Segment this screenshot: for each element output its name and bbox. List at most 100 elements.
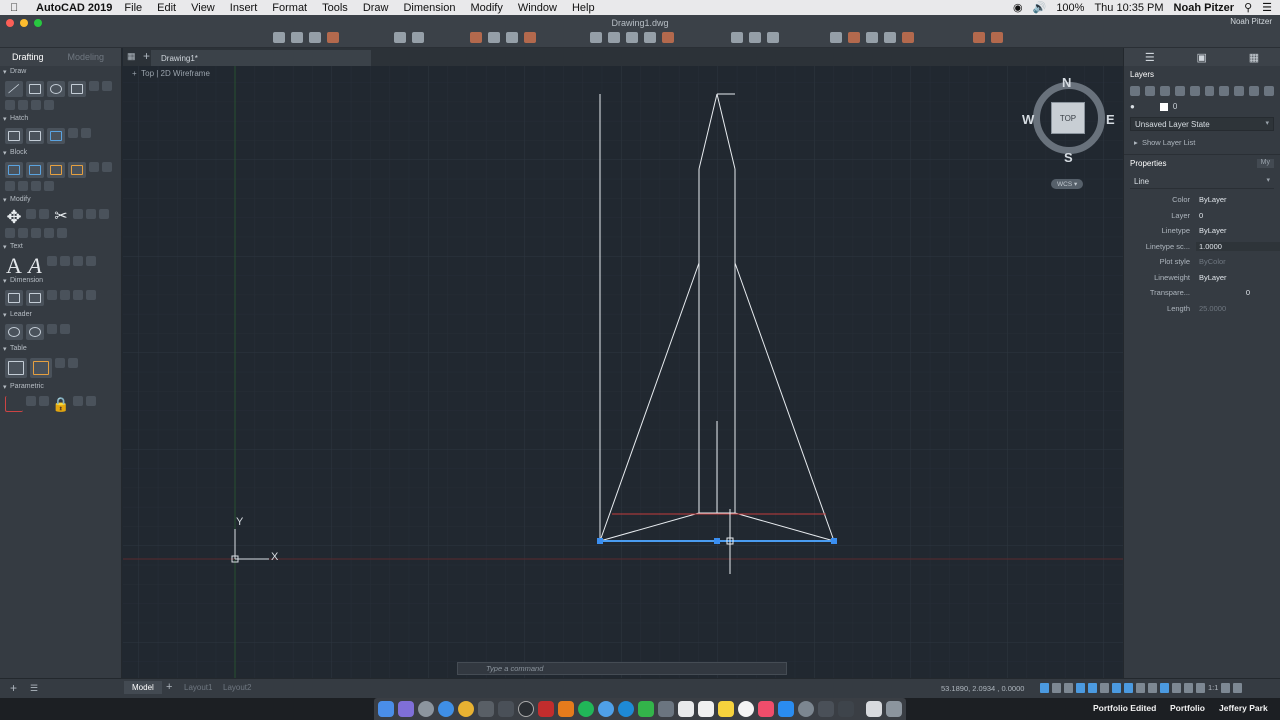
notification-icon[interactable]: ☰ [1262, 1, 1272, 14]
block-tool-4-icon[interactable] [18, 181, 28, 191]
circle-tool-icon[interactable] [47, 81, 65, 97]
polar-toggle-icon[interactable] [1076, 683, 1085, 693]
viewport-label[interactable]: + Top | 2D Wireframe [132, 69, 210, 78]
material-icon[interactable] [848, 32, 860, 43]
facetime-icon[interactable] [638, 701, 654, 717]
spotify-icon[interactable] [578, 701, 594, 717]
wcs-menu[interactable]: WCS ▾ [1051, 179, 1084, 189]
publish-icon[interactable] [991, 32, 1003, 43]
pan-icon[interactable] [749, 32, 761, 43]
rotate-tool-icon[interactable] [39, 209, 49, 219]
tab-drafting[interactable]: Drafting [0, 52, 56, 62]
add-tab-icon[interactable]: + [166, 681, 172, 693]
ellipse-tool-icon[interactable] [18, 100, 28, 110]
new-tab-icon[interactable]: + [143, 49, 150, 63]
section-dimension-header[interactable]: Dimension [0, 277, 121, 287]
section-text-header[interactable]: Text [0, 243, 121, 253]
section-table-header[interactable]: Table [0, 345, 121, 355]
multileader-icon[interactable] [5, 324, 23, 340]
clock[interactable]: Thu 10:35 PM [1094, 2, 1163, 14]
tab-modeling[interactable]: Modeling [56, 52, 117, 62]
apple-icon[interactable]:  [10, 2, 26, 14]
compass-south[interactable]: S [1064, 150, 1073, 165]
array-tool-icon[interactable] [86, 209, 96, 219]
explode-tool-icon[interactable] [44, 228, 54, 238]
leader-tool-1-icon[interactable] [47, 324, 57, 334]
block-tool-3-icon[interactable] [5, 181, 15, 191]
spline-tool-icon[interactable] [102, 81, 112, 91]
layer-on-icon[interactable]: ● [1130, 102, 1135, 111]
tab-layout2[interactable]: Layout2 [223, 683, 251, 692]
section-parametric-header[interactable]: Parametric [0, 383, 121, 393]
fullscreen-icon[interactable] [1233, 683, 1243, 693]
photos-icon[interactable] [738, 701, 754, 717]
prop-linetype[interactable]: Linetype ByLayer [1124, 223, 1280, 239]
constraint-4-icon[interactable] [86, 396, 96, 406]
prop-color[interactable]: Color ByLayer [1124, 192, 1280, 208]
layer-delete-icon[interactable] [1144, 86, 1155, 96]
terminal-icon[interactable] [838, 701, 854, 717]
save-icon[interactable] [309, 32, 321, 43]
prop-lineweight-value[interactable]: ByLayer [1196, 273, 1280, 282]
scale-readout[interactable]: 1:1 [1208, 683, 1218, 693]
drawing-canvas[interactable]: Y X + Top | 2D Wireframe TOP N S W E WCS… [123, 66, 1123, 678]
section-leader-header[interactable]: Leader [0, 311, 121, 321]
erase-tool-icon[interactable] [57, 228, 67, 238]
table-tool-icon[interactable] [5, 358, 27, 378]
menu-view[interactable]: View [191, 2, 215, 14]
system-preferences-icon[interactable] [798, 701, 814, 717]
edit-block-icon[interactable] [47, 162, 65, 178]
messages-icon[interactable] [598, 701, 614, 717]
autocad-icon[interactable] [538, 701, 554, 717]
dyn-toggle-icon[interactable] [1124, 683, 1133, 693]
notes-icon[interactable] [698, 701, 714, 717]
menu-file[interactable]: File [124, 2, 142, 14]
plot-icon[interactable] [470, 32, 482, 43]
layers-tab-icon[interactable]: ☰ [1145, 51, 1155, 64]
preview-icon[interactable] [658, 701, 674, 717]
orbit-icon[interactable] [767, 32, 779, 43]
leader-edit-icon[interactable] [26, 324, 44, 340]
trim-tool-icon[interactable]: ✂ [52, 209, 70, 225]
copy-icon[interactable] [506, 32, 518, 43]
text-align-icon[interactable] [86, 256, 96, 266]
drawing-svg[interactable]: Y X [123, 66, 1123, 678]
viewport-view[interactable]: Top | 2D Wireframe [141, 69, 210, 78]
undo-icon[interactable] [394, 32, 406, 43]
annotation-icon[interactable] [1184, 683, 1193, 693]
dimension-tool-icon[interactable] [5, 290, 23, 306]
calendar-icon[interactable] [678, 701, 694, 717]
insert-block-icon[interactable] [5, 162, 23, 178]
polyline-tool-icon[interactable] [26, 81, 44, 97]
layer-merge-icon[interactable] [1264, 86, 1275, 96]
render-icon[interactable] [830, 32, 842, 43]
prop-linetype-value[interactable]: ByLayer [1196, 226, 1280, 235]
prop-length[interactable]: Length 25.0000 [1124, 301, 1280, 317]
layer-lock-icon[interactable] [1174, 86, 1185, 96]
finder-icon[interactable] [378, 701, 394, 717]
folder-portfolio[interactable]: Portfolio [1170, 703, 1205, 713]
sc-toggle-icon[interactable] [1172, 683, 1181, 693]
linear-dim-icon[interactable] [26, 290, 44, 306]
mtext-tool-icon[interactable]: A [5, 255, 23, 277]
layer-freeze-icon[interactable] [1159, 86, 1170, 96]
siri-icon[interactable] [398, 701, 414, 717]
print-icon[interactable] [488, 32, 500, 43]
hatch-tool-icon[interactable] [5, 128, 23, 144]
save-as-icon[interactable] [327, 32, 339, 43]
settings-icon[interactable] [1221, 683, 1231, 693]
create-block-icon[interactable] [26, 162, 44, 178]
qp-toggle-icon[interactable] [1160, 683, 1169, 693]
polygon-tool-icon[interactable] [31, 100, 41, 110]
activity-monitor-icon[interactable] [818, 701, 834, 717]
dynucs-toggle-icon[interactable] [1112, 683, 1121, 693]
tab-layout1[interactable]: Layout1 [184, 683, 212, 692]
safari-icon[interactable] [438, 701, 454, 717]
prop-color-value[interactable]: ByLayer [1196, 195, 1280, 204]
scale-tool-icon[interactable] [5, 228, 15, 238]
rectangle-tool-icon[interactable] [68, 81, 86, 97]
xline-tool-icon[interactable] [5, 100, 15, 110]
section-draw-header[interactable]: Draw [0, 68, 121, 78]
share-icon[interactable] [973, 32, 985, 43]
stretch-tool-icon[interactable] [18, 228, 28, 238]
